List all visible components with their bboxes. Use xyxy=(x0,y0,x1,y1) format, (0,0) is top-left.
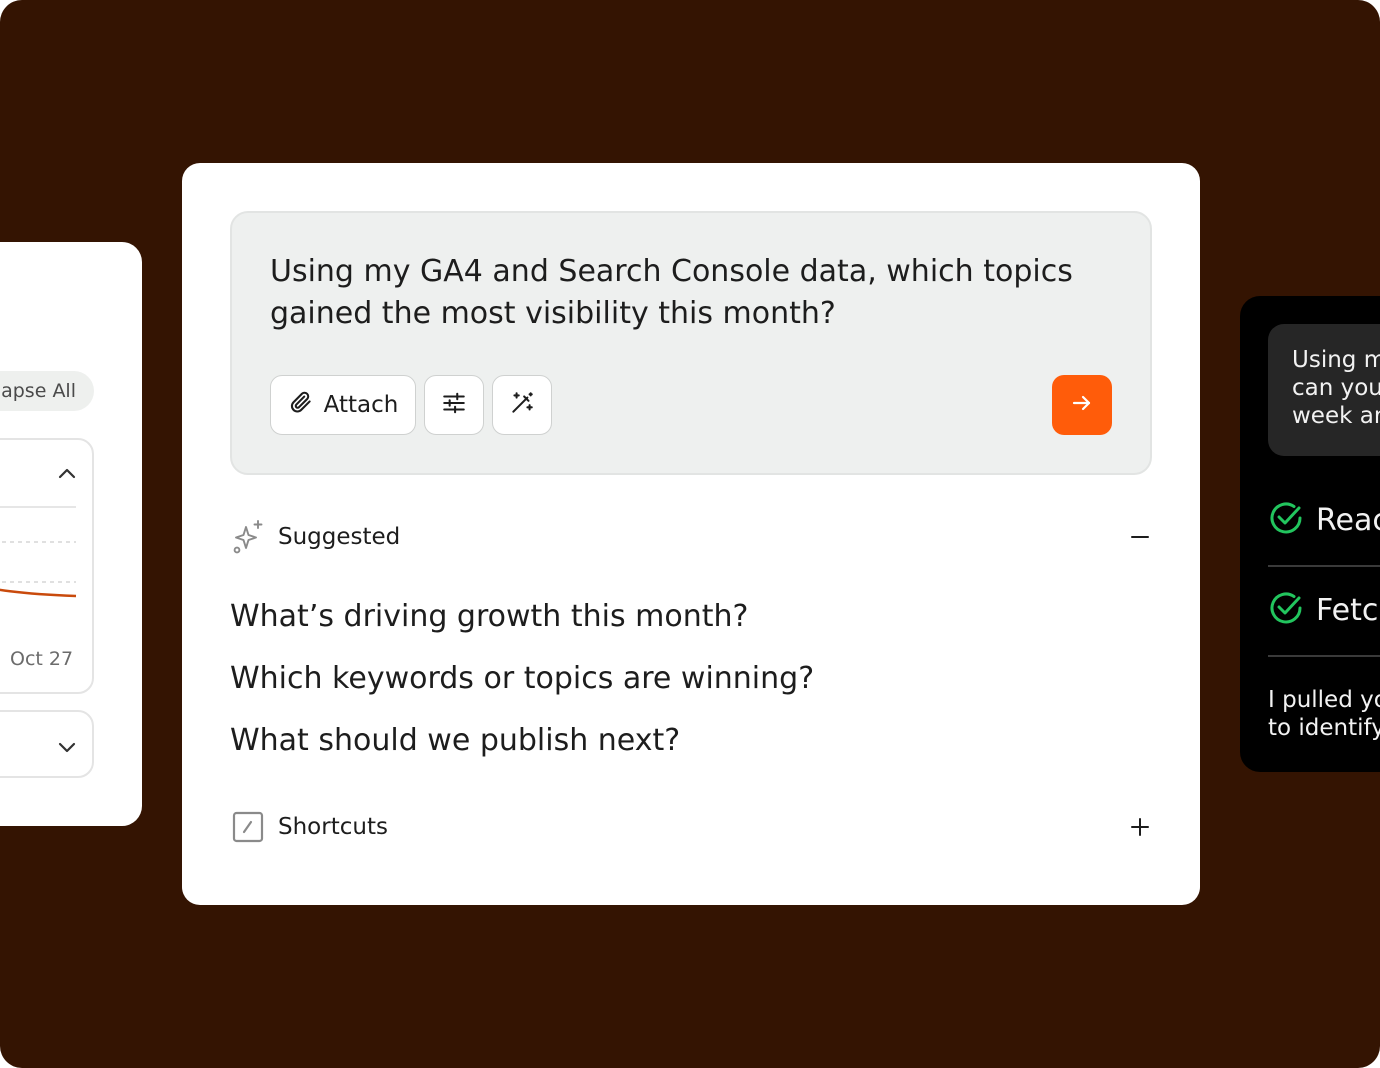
left-analytics-card: lapse All Oct 27 xyxy=(0,242,142,826)
collapse-all-button[interactable]: lapse All xyxy=(0,371,94,411)
right-response-card: Using m can you week ar Reac Fetc I pull… xyxy=(1240,296,1380,772)
paperclip-icon xyxy=(288,389,314,421)
attach-label: Attach xyxy=(323,392,399,418)
trend-line xyxy=(0,588,77,598)
check-circle-icon xyxy=(1268,500,1304,540)
user-message-bubble: Using m can you week ar xyxy=(1268,324,1380,456)
prompt-composer: Using my GA4 and Search Console data, wh… xyxy=(230,211,1152,475)
minus-icon[interactable] xyxy=(1128,525,1152,549)
arrow-right-icon xyxy=(1070,391,1094,419)
prompt-input[interactable]: Using my GA4 and Search Console data, wh… xyxy=(270,251,1110,335)
chart-panel: Oct 27 xyxy=(0,438,94,694)
sliders-icon xyxy=(441,390,467,420)
progress-step: Reac xyxy=(1268,490,1380,550)
settings-button[interactable] xyxy=(424,375,484,435)
chevron-down-icon[interactable] xyxy=(55,735,79,763)
suggestion-item[interactable]: Which keywords or topics are winning? xyxy=(230,661,814,696)
step-label: Fetc xyxy=(1316,592,1379,628)
step-divider xyxy=(1268,565,1380,567)
sparkles-icon xyxy=(230,519,266,555)
suggestion-item[interactable]: What’s driving growth this month? xyxy=(230,599,748,634)
trend-chart xyxy=(0,541,77,598)
shortcuts-section-header[interactable]: Shortcuts xyxy=(230,807,1152,847)
check-circle-icon xyxy=(1268,590,1304,630)
background-canvas: lapse All Oct 27 Using my GA4 and Search… xyxy=(0,0,1380,1068)
response-summary: I pulled yo to identify xyxy=(1268,687,1380,741)
chevron-up-icon[interactable] xyxy=(55,462,79,490)
shortcuts-title: Shortcuts xyxy=(278,814,388,840)
progress-step: Fetc xyxy=(1268,580,1380,640)
collapse-all-label: lapse All xyxy=(0,380,76,402)
suggested-section-header[interactable]: Suggested xyxy=(230,517,1152,557)
suggested-title: Suggested xyxy=(278,524,401,550)
user-message-text: Using m can you week ar xyxy=(1292,347,1380,429)
magic-button[interactable] xyxy=(492,375,552,435)
step-divider xyxy=(1268,655,1380,657)
collapsed-panel[interactable] xyxy=(0,710,94,778)
step-label: Reac xyxy=(1316,502,1380,538)
slash-square-icon xyxy=(230,809,266,845)
plus-icon[interactable] xyxy=(1128,815,1152,839)
x-axis-date-label: Oct 27 xyxy=(10,648,74,670)
chat-composer-card: Using my GA4 and Search Console data, wh… xyxy=(182,163,1200,905)
magic-wand-icon xyxy=(509,390,535,420)
chart-divider xyxy=(0,506,76,508)
suggestion-item[interactable]: What should we publish next? xyxy=(230,723,680,758)
attach-button[interactable]: Attach xyxy=(270,375,416,435)
send-button[interactable] xyxy=(1052,375,1112,435)
